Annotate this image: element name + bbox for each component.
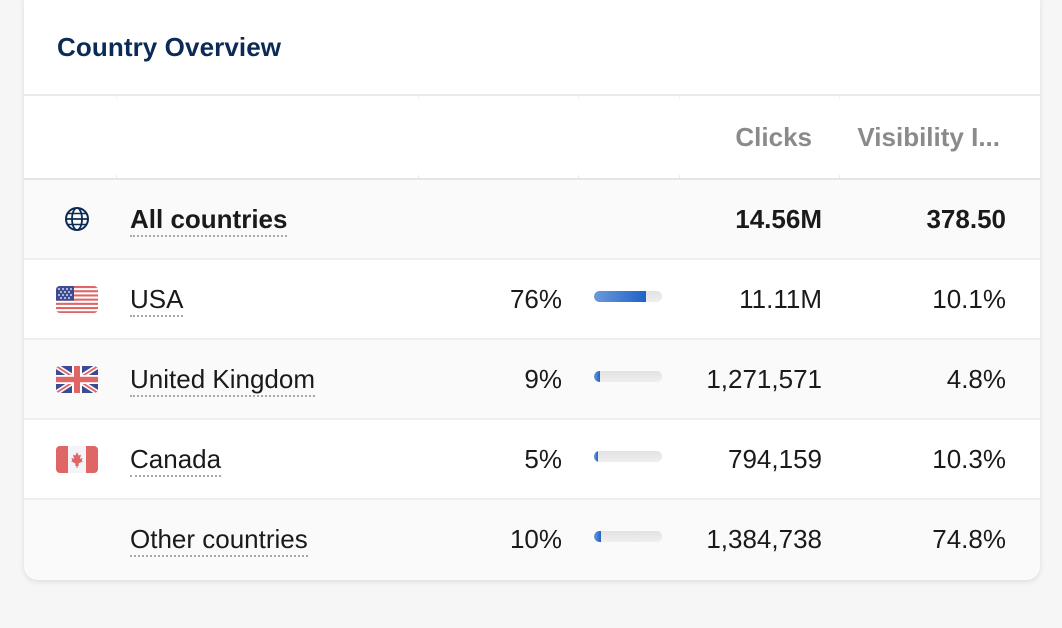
table-row: USA 76% 11.11M 10.1%	[24, 260, 1040, 340]
country-name[interactable]: United Kingdom	[130, 364, 315, 397]
column-header-clicks[interactable]: Clicks	[680, 96, 812, 178]
column-divider	[116, 96, 117, 178]
column-divider	[578, 96, 579, 178]
share-bar	[594, 291, 662, 302]
share-bar	[594, 451, 662, 462]
share-bar-fill	[594, 371, 601, 382]
card-title: Country Overview	[57, 32, 282, 62]
share-bar-fill	[594, 451, 598, 462]
country-link[interactable]: Other countries	[130, 500, 308, 578]
table-row: Canada 5% 794,159 10.3%	[24, 420, 1040, 500]
visibility-value: 4.8%	[946, 364, 1006, 394]
column-divider	[418, 96, 419, 178]
country-link[interactable]: All countries	[130, 180, 288, 258]
share-value: 10%	[509, 524, 562, 554]
country-link[interactable]: Canada	[130, 420, 222, 498]
share-bar-fill	[594, 531, 601, 542]
share-value: 5%	[524, 444, 562, 474]
table-header: Clicks Visibility I...	[24, 94, 1040, 180]
clicks-value: 1,271,571	[706, 364, 822, 394]
country-name[interactable]: All countries	[130, 204, 288, 237]
visibility-value: 10.3%	[932, 444, 1006, 474]
country-overview-card: Country Overview Clicks Visibility I... …	[24, 0, 1040, 580]
column-header-visibility[interactable]: Visibility I...	[840, 96, 1000, 178]
share-bar	[594, 531, 662, 542]
flag-usa-icon	[56, 260, 98, 338]
clicks-value: 11.11M	[739, 284, 822, 314]
country-link[interactable]: United Kingdom	[130, 340, 315, 418]
table-row: Other countries 10% 1,384,738 74.8%	[24, 500, 1040, 580]
country-name[interactable]: Other countries	[130, 524, 308, 557]
table-row-total: All countries 14.56M 378.50	[24, 180, 1040, 260]
table-row: United Kingdom 9% 1,271,571 4.8%	[24, 340, 1040, 420]
share-bar-fill	[594, 291, 646, 302]
flag-canada-icon	[56, 420, 98, 498]
visibility-value: 378.50	[926, 204, 1006, 234]
clicks-value: 1,384,738	[706, 524, 822, 554]
flag-uk-icon	[56, 340, 98, 418]
visibility-value: 10.1%	[932, 284, 1006, 314]
share-value: 76%	[509, 284, 562, 314]
share-value: 9%	[524, 364, 562, 394]
clicks-value: 14.56M	[735, 204, 822, 234]
country-name[interactable]: USA	[130, 284, 184, 317]
globe-icon	[56, 180, 98, 258]
visibility-value: 74.8%	[932, 524, 1006, 554]
country-name[interactable]: Canada	[130, 444, 222, 477]
share-bar	[594, 371, 662, 382]
clicks-value: 794,159	[728, 444, 822, 474]
country-link[interactable]: USA	[130, 260, 184, 338]
